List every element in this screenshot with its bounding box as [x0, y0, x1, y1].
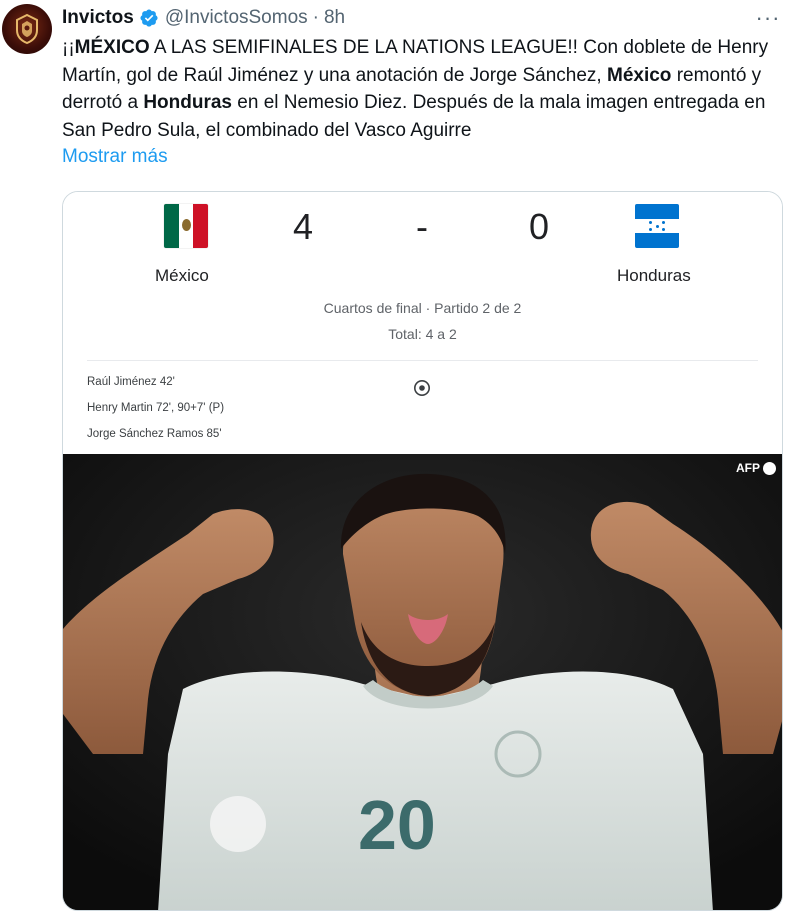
scorer-entry: Henry Martin 72', 90+7' (P)	[87, 402, 225, 414]
header-separator: ·	[312, 7, 319, 28]
tweet-text: ¡¡MÉXICO A LAS SEMIFINALES DE LA NATIONS…	[62, 34, 792, 144]
invictos-logo-icon	[16, 13, 38, 45]
soccer-ball-icon	[414, 380, 430, 396]
player-celebration-image: 20	[63, 454, 782, 910]
tweet-text-part: ¡¡	[62, 37, 75, 58]
away-team-name: Honduras	[617, 266, 691, 285]
aggregate-score: Total: 4 a 2	[388, 326, 457, 342]
scorer-entry: Jorge Sánchez Ramos 85'	[87, 428, 222, 440]
divider	[87, 360, 758, 361]
tweet-text-bold: México	[607, 64, 672, 86]
media-card[interactable]: 4 - 0 México Honduras Cuartos de final ·…	[62, 191, 783, 911]
show-more-link[interactable]: Mostrar más	[62, 146, 168, 168]
photo-credit-text: AFP	[736, 461, 760, 475]
match-scoreboard: 4 - 0 México Honduras Cuartos de final ·…	[63, 192, 782, 454]
match-stage: Cuartos de final · Partido 2 de 2	[323, 300, 522, 316]
tweet-text-bold: Honduras	[143, 92, 233, 113]
more-options-icon[interactable]: ···	[756, 5, 780, 30]
tweet-header: Invictos @InvictosSomos · 8h	[62, 6, 345, 30]
scorer-entry: Raúl Jiménez 42'	[87, 376, 175, 388]
jersey-number: 20	[358, 786, 436, 864]
home-team-name: México	[155, 266, 209, 285]
author-name[interactable]: Invictos	[62, 7, 134, 29]
tweet-timestamp[interactable]: 8h	[324, 7, 345, 29]
away-score: 0	[529, 206, 550, 247]
afp-logo-icon	[763, 461, 776, 475]
match-photo[interactable]: 20 AFP	[63, 454, 782, 910]
tweet-text-bold: MÉXICO	[74, 37, 150, 58]
photo-credit: AFP	[736, 461, 776, 475]
mexico-flag-icon	[164, 204, 208, 248]
home-score: 4	[293, 206, 314, 247]
author-avatar[interactable]	[2, 4, 52, 54]
author-handle[interactable]: @InvictosSomos	[165, 7, 308, 29]
score-separator: -	[416, 206, 428, 247]
honduras-flag-icon	[635, 204, 679, 248]
verified-badge-icon	[140, 9, 158, 27]
tweet[interactable]: Invictos @InvictosSomos · 8h ··· ¡¡MÉXIC…	[0, 0, 802, 918]
